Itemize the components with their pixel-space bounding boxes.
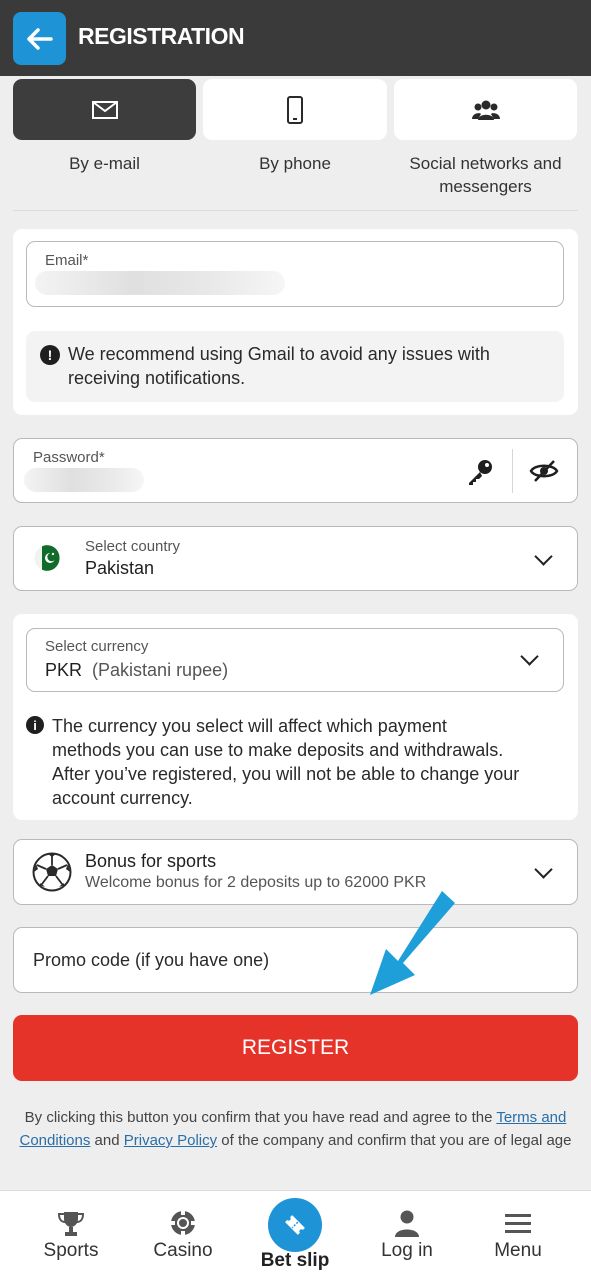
tab-by-phone-label[interactable]: By phone <box>203 152 387 175</box>
back-button[interactable] <box>13 12 66 65</box>
privacy-policy-link[interactable]: Privacy Policy <box>124 1132 217 1149</box>
country-select[interactable]: Select country Pakistan <box>13 526 578 591</box>
email-field[interactable]: Email* <box>26 241 564 307</box>
promo-code-input[interactable]: Promo code (if you have one) <box>13 927 578 993</box>
tab-social-networks[interactable] <box>394 79 577 140</box>
tab-by-phone[interactable] <box>203 79 387 140</box>
nav-log-in-label: Log in <box>381 1240 433 1261</box>
email-notice-text: We recommend using Gmail to avoid any is… <box>68 342 558 390</box>
email-notice: ! We recommend using Gmail to avoid any … <box>26 331 564 402</box>
nav-casino-label: Casino <box>153 1240 213 1261</box>
country-select-label: Select country <box>85 538 181 555</box>
email-notice-line1: We recommend using Gmail to avoid any is… <box>68 344 490 364</box>
ticket-icon <box>268 1198 322 1252</box>
currency-notice-line1: The currency you select will affect whic… <box>52 716 447 736</box>
nav-menu-label: Menu <box>494 1240 542 1261</box>
password-field-separator <box>512 449 513 493</box>
nav-sports[interactable]: Sports <box>16 1191 126 1280</box>
people-icon <box>471 100 500 120</box>
soccer-ball-icon <box>32 852 72 892</box>
eye-off-icon[interactable] <box>529 458 559 484</box>
currency-select-label: Select currency <box>45 638 149 655</box>
legal-text-part2: and <box>90 1132 124 1149</box>
arrow-left-icon <box>26 27 53 50</box>
password-field-value <box>24 468 144 492</box>
pakistan-flag-icon <box>34 545 60 571</box>
envelope-icon <box>91 100 118 119</box>
country-select-value: Pakistan <box>85 558 155 578</box>
chevron-down-icon <box>520 647 539 666</box>
info-icon: i <box>26 716 44 734</box>
tab-social-label-line1: Social networks and <box>409 154 562 173</box>
page-title: REGISTRATION <box>78 23 245 49</box>
currency-select[interactable]: Select currency PKR (Pakistani rupee) <box>26 628 564 692</box>
trophy-icon <box>57 1209 85 1237</box>
top-bar: REGISTRATION <box>0 0 591 76</box>
currency-notice-line2: methods you can use to make deposits and… <box>52 740 504 760</box>
legal-text-part1: By clicking this button you confirm that… <box>24 1109 497 1126</box>
bottom-nav: Sports Casino Bet slip Log in Menu <box>0 1190 591 1280</box>
exclamation-icon: ! <box>40 345 60 365</box>
nav-bet-slip[interactable]: Bet slip <box>240 1191 350 1280</box>
nav-casino[interactable]: Casino <box>128 1191 238 1280</box>
currency-select-value: PKR (Pakistani rupee) <box>45 660 228 681</box>
phone-icon <box>287 95 303 124</box>
divider <box>13 210 578 211</box>
tab-by-email[interactable] <box>13 79 196 140</box>
legal-text: By clicking this button you confirm that… <box>13 1106 578 1152</box>
hamburger-icon <box>504 1209 532 1237</box>
legal-text-part3: of the company and confirm that you are … <box>217 1132 572 1149</box>
chevron-down-icon <box>534 547 553 566</box>
bonus-title: Bonus for sports <box>85 851 217 871</box>
currency-notice-line3: After you’ve registered, you will not be… <box>52 764 520 784</box>
nav-log-in[interactable]: Log in <box>352 1191 462 1280</box>
currency-name: (Pakistani rupee) <box>92 660 229 680</box>
promo-code-placeholder: Promo code (if you have one) <box>33 950 270 970</box>
currency-code: PKR <box>45 660 83 680</box>
password-field-label: Password* <box>33 449 105 466</box>
user-icon <box>393 1209 421 1237</box>
currency-notice-text: The currency you select will affect whic… <box>52 714 572 810</box>
arrow-annotation-icon <box>370 891 455 995</box>
chevron-down-icon <box>534 860 553 879</box>
tab-social-label-line2: messengers <box>439 177 532 196</box>
email-field-value <box>35 271 285 295</box>
tab-by-email-label[interactable]: By e-mail <box>13 152 196 175</box>
password-field[interactable]: Password* <box>13 438 578 503</box>
currency-notice-line4: account currency. <box>52 788 193 808</box>
register-button[interactable]: REGISTER <box>13 1015 578 1081</box>
nav-bet-slip-label: Bet slip <box>260 1250 330 1271</box>
tab-social-networks-label[interactable]: Social networks and messengers <box>394 152 577 198</box>
email-field-label: Email* <box>45 252 89 269</box>
bonus-select[interactable]: Bonus for sports Welcome bonus for 2 dep… <box>13 839 578 905</box>
nav-menu[interactable]: Menu <box>463 1191 573 1280</box>
nav-sports-label: Sports <box>43 1240 99 1261</box>
key-icon[interactable] <box>466 458 494 486</box>
email-notice-line2: receiving notifications. <box>68 368 246 388</box>
casino-chip-icon <box>169 1209 197 1237</box>
